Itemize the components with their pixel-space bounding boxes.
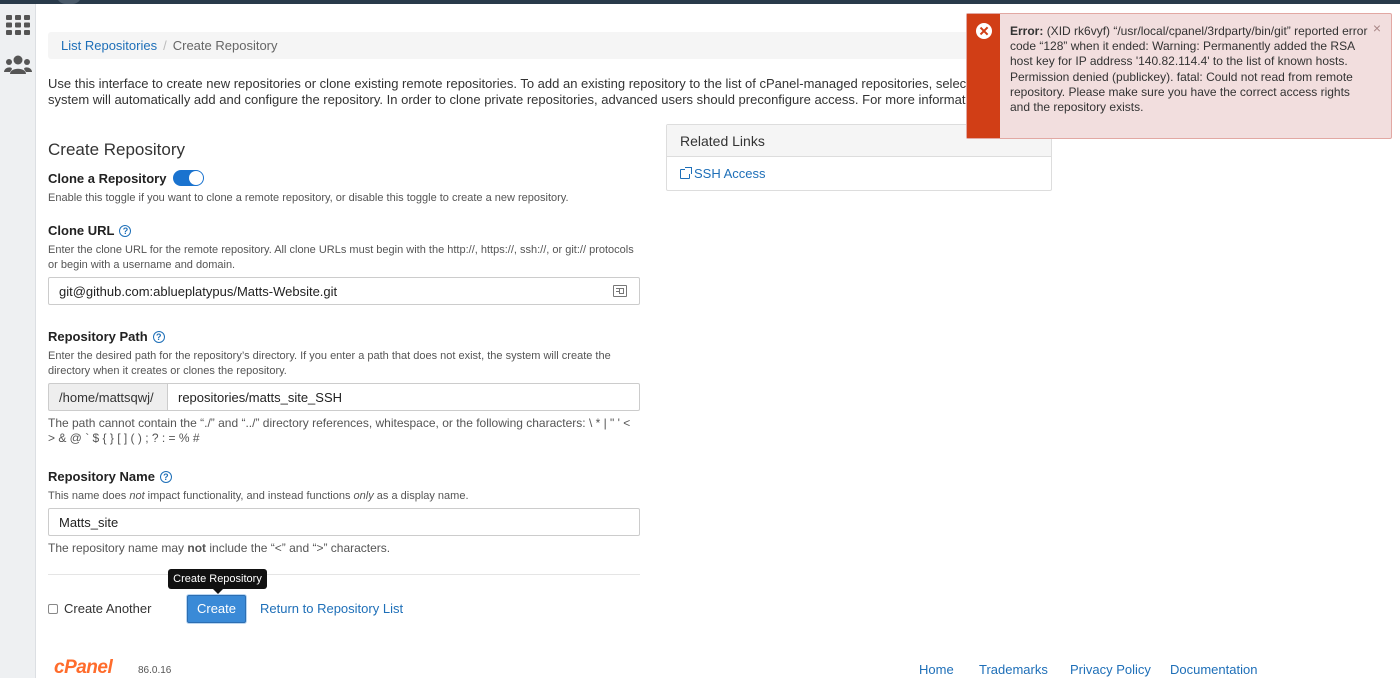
clone-url-value: git@github.com:ablueplatypus/Matts-Websi… xyxy=(59,284,338,299)
alert-message: (XID rk6vyf) “/usr/local/cpanel/3rdparty… xyxy=(1010,24,1368,115)
ssh-access-link[interactable]: SSH Access xyxy=(680,166,766,181)
intro-line-1: Use this interface to create new reposit… xyxy=(48,76,966,91)
apps-grid-icon[interactable] xyxy=(4,12,32,38)
help-emphasis: only xyxy=(353,490,374,502)
address-card-icon xyxy=(613,285,627,297)
top-bar xyxy=(0,0,1400,4)
cpanel-logo-icon[interactable] xyxy=(56,0,82,4)
help-icon[interactable]: ? xyxy=(119,225,132,237)
version-label: 86.0.16 xyxy=(138,665,172,676)
alert-icon-column xyxy=(967,14,1000,138)
repo-path-help: Enter the desired path for the repositor… xyxy=(48,350,611,377)
footer-link-trademarks[interactable]: Trademarks xyxy=(979,662,1048,677)
alert-title: Error: xyxy=(1010,24,1044,38)
help-text: This name does xyxy=(48,490,130,502)
ssh-access-label: SSH Access xyxy=(694,166,766,181)
create-another-checkbox[interactable] xyxy=(48,604,58,614)
external-link-icon xyxy=(680,167,692,179)
footer-link-home[interactable]: Home xyxy=(919,662,954,677)
related-links-body: SSH Access xyxy=(667,157,1051,190)
repo-path-label: Repository Path xyxy=(48,329,148,344)
clone-url-input[interactable]: git@github.com:ablueplatypus/Matts-Websi… xyxy=(48,277,640,305)
users-icon[interactable] xyxy=(4,52,32,78)
error-alert: Error: (XID rk6vyf) “/usr/local/cpanel/3… xyxy=(966,13,1392,139)
help-icon[interactable]: ? xyxy=(159,471,172,483)
clone-url-help: Enter the clone URL for the remote repos… xyxy=(48,244,634,271)
repo-path-input[interactable]: repositories/matts_site_SSH xyxy=(167,383,640,411)
return-to-list-link[interactable]: Return to Repository List xyxy=(260,601,403,616)
footer-link-documentation[interactable]: Documentation xyxy=(1170,662,1257,677)
breadcrumb-list-repositories[interactable]: List Repositories xyxy=(61,38,157,53)
note-text: include the “<” and “>” characters. xyxy=(206,541,391,555)
close-icon[interactable]: × xyxy=(1373,20,1381,36)
intro-text: Use this interface to create new reposit… xyxy=(48,76,966,110)
help-text: as a display name. xyxy=(373,490,469,502)
alert-text: Error: (XID rk6vyf) “/usr/local/cpanel/3… xyxy=(1010,24,1370,115)
repo-name-note: The repository name may not include the … xyxy=(48,541,640,556)
repo-name-value: Matts_site xyxy=(59,515,119,530)
repo-name-help: This name does not impact functionality,… xyxy=(48,489,640,504)
clone-toggle-help: Enable this toggle if you want to clone … xyxy=(48,192,569,204)
repo-path-group: /home/mattsqwj/ repositories/matts_site_… xyxy=(48,383,640,411)
footer-link-privacy-policy[interactable]: Privacy Policy xyxy=(1070,662,1151,677)
breadcrumb: List Repositories / Create Repository xyxy=(48,32,1048,59)
repo-path-prefix: /home/mattsqwj/ xyxy=(48,383,167,411)
clone-toggle[interactable] xyxy=(173,170,205,186)
note-text: The repository name may xyxy=(48,541,188,555)
create-tooltip: Create Repository xyxy=(168,569,267,594)
clone-url-label: Clone URL xyxy=(48,223,115,238)
repo-path-note: The path cannot contain the “./” and “..… xyxy=(48,416,631,445)
cpanel-logo: cPanel xyxy=(54,657,113,678)
repo-name-label: Repository Name xyxy=(48,469,155,484)
create-button[interactable]: Create xyxy=(187,595,246,623)
repo-path-title: Repository Path? xyxy=(48,329,165,344)
clone-url-title: Clone URL? xyxy=(48,223,132,238)
error-icon xyxy=(976,23,992,39)
help-text: impact functionality, and instead functi… xyxy=(144,490,354,502)
toggle-knob xyxy=(189,171,204,185)
create-another-label: Create Another xyxy=(64,601,152,616)
clone-toggle-row: Clone a Repository xyxy=(48,170,205,186)
intro-line-2: system will automatically add and config… xyxy=(48,92,966,107)
breadcrumb-current: Create Repository xyxy=(172,38,278,53)
breadcrumb-separator: / xyxy=(163,38,167,53)
clone-toggle-label: Clone a Repository xyxy=(48,171,167,186)
help-icon[interactable]: ? xyxy=(152,331,165,343)
help-emphasis: not xyxy=(129,490,145,502)
sidebar xyxy=(0,4,36,678)
repo-name-title: Repository Name? xyxy=(48,469,172,484)
form-divider xyxy=(48,574,640,575)
create-another-row[interactable]: Create Another xyxy=(48,601,151,616)
form-heading: Create Repository xyxy=(48,140,186,159)
repo-name-input[interactable]: Matts_site xyxy=(48,508,640,536)
note-bold: not xyxy=(187,541,207,555)
